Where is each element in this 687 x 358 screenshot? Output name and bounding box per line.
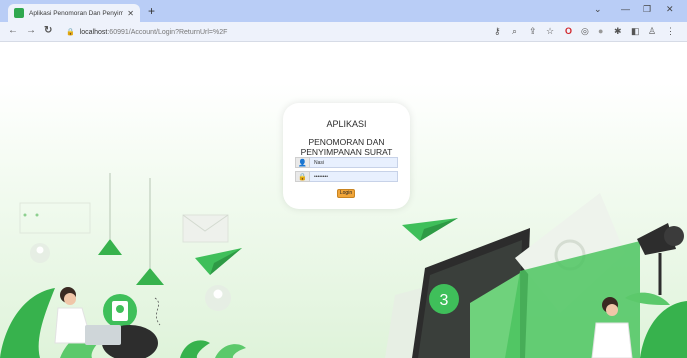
person-face xyxy=(64,293,76,305)
tab-title: Aplikasi Penomoran Dan Penyim... xyxy=(29,9,124,17)
document-mark xyxy=(116,305,124,313)
zoom-icon[interactable]: ⌕ xyxy=(512,25,517,37)
forward-arrow-icon[interactable]: → xyxy=(26,25,36,36)
password-input[interactable] xyxy=(310,171,398,182)
badge-number: 3 xyxy=(440,292,449,309)
decor-dot xyxy=(35,213,39,217)
tab-search-icon[interactable]: ⌄ xyxy=(594,4,602,15)
lock-icon: 🔒 xyxy=(295,171,310,182)
megaphone-bell xyxy=(664,226,684,246)
puzzle-extensions-icon[interactable]: ✱ xyxy=(614,25,622,37)
decor-dot xyxy=(23,213,27,217)
browser-tab-strip: Aplikasi Penomoran Dan Penyim... ✕ + ⌄ —… xyxy=(0,0,687,22)
account-icon[interactable]: ♙ xyxy=(648,25,656,37)
key-icon[interactable]: ⚷ xyxy=(494,25,501,37)
extension-icon[interactable]: ◎ xyxy=(581,25,589,37)
url-host: localhost xyxy=(79,28,108,36)
lock-icon: 🔒 xyxy=(66,29,75,36)
profile-circle-icon[interactable]: ● xyxy=(598,25,603,37)
app-favicon-icon xyxy=(14,8,24,18)
login-page: 3 APLIKASI PENOMORAN DAN PENYIMPANAN SUR… xyxy=(0,43,687,358)
envelope-icon xyxy=(182,214,229,243)
menu-kebab-icon[interactable]: ⋮ xyxy=(666,25,675,37)
avatar-head xyxy=(213,289,223,299)
reload-icon[interactable]: ↻ xyxy=(44,25,52,36)
tab-close-icon[interactable]: ✕ xyxy=(127,9,134,18)
url-text: localhost:60991/Account/Login?ReturnUrl=… xyxy=(80,29,228,36)
user-icon: 👤 xyxy=(295,157,310,168)
bookmark-star-icon[interactable]: ☆ xyxy=(546,25,554,37)
app-subtitle: PENOMORAN DAN PENYIMPANAN SURAT xyxy=(283,137,410,157)
sidebar-toggle-icon[interactable]: ◧ xyxy=(631,25,640,37)
app-subtitle-line1: PENOMORAN DAN xyxy=(308,137,385,147)
person-shirt xyxy=(591,322,633,358)
app-title: APLIKASI xyxy=(326,119,367,129)
url-path: :60991/Account/Login?ReturnUrl=%2F xyxy=(107,28,228,36)
address-bar[interactable]: 🔒 localhost:60991/Account/Login?ReturnUr… xyxy=(64,25,484,39)
browser-tab[interactable]: Aplikasi Penomoran Dan Penyim... ✕ xyxy=(8,4,140,22)
app-subtitle-line2: PENYIMPANAN SURAT xyxy=(300,147,393,157)
share-icon[interactable]: ⇪ xyxy=(529,25,537,37)
username-field: 👤 xyxy=(295,157,398,168)
back-arrow-icon[interactable]: ← xyxy=(8,25,18,36)
restore-button[interactable]: ❐ xyxy=(643,4,651,15)
browser-toolbar: ← → ↻ 🔒 localhost:60991/Account/Login?Re… xyxy=(0,22,687,42)
new-tab-button[interactable]: + xyxy=(148,4,155,18)
close-window-button[interactable]: ✕ xyxy=(666,4,674,15)
minimize-button[interactable]: — xyxy=(621,4,630,14)
laptop-icon xyxy=(85,325,121,345)
login-card: APLIKASI PENOMORAN DAN PENYIMPANAN SURAT… xyxy=(283,103,410,209)
login-button[interactable]: Login xyxy=(337,189,355,198)
username-input[interactable] xyxy=(310,157,398,168)
person-face xyxy=(606,304,618,316)
avatar-head xyxy=(36,246,44,254)
opera-extension-icon[interactable]: O xyxy=(565,25,572,37)
password-field: 🔒 xyxy=(295,171,398,182)
